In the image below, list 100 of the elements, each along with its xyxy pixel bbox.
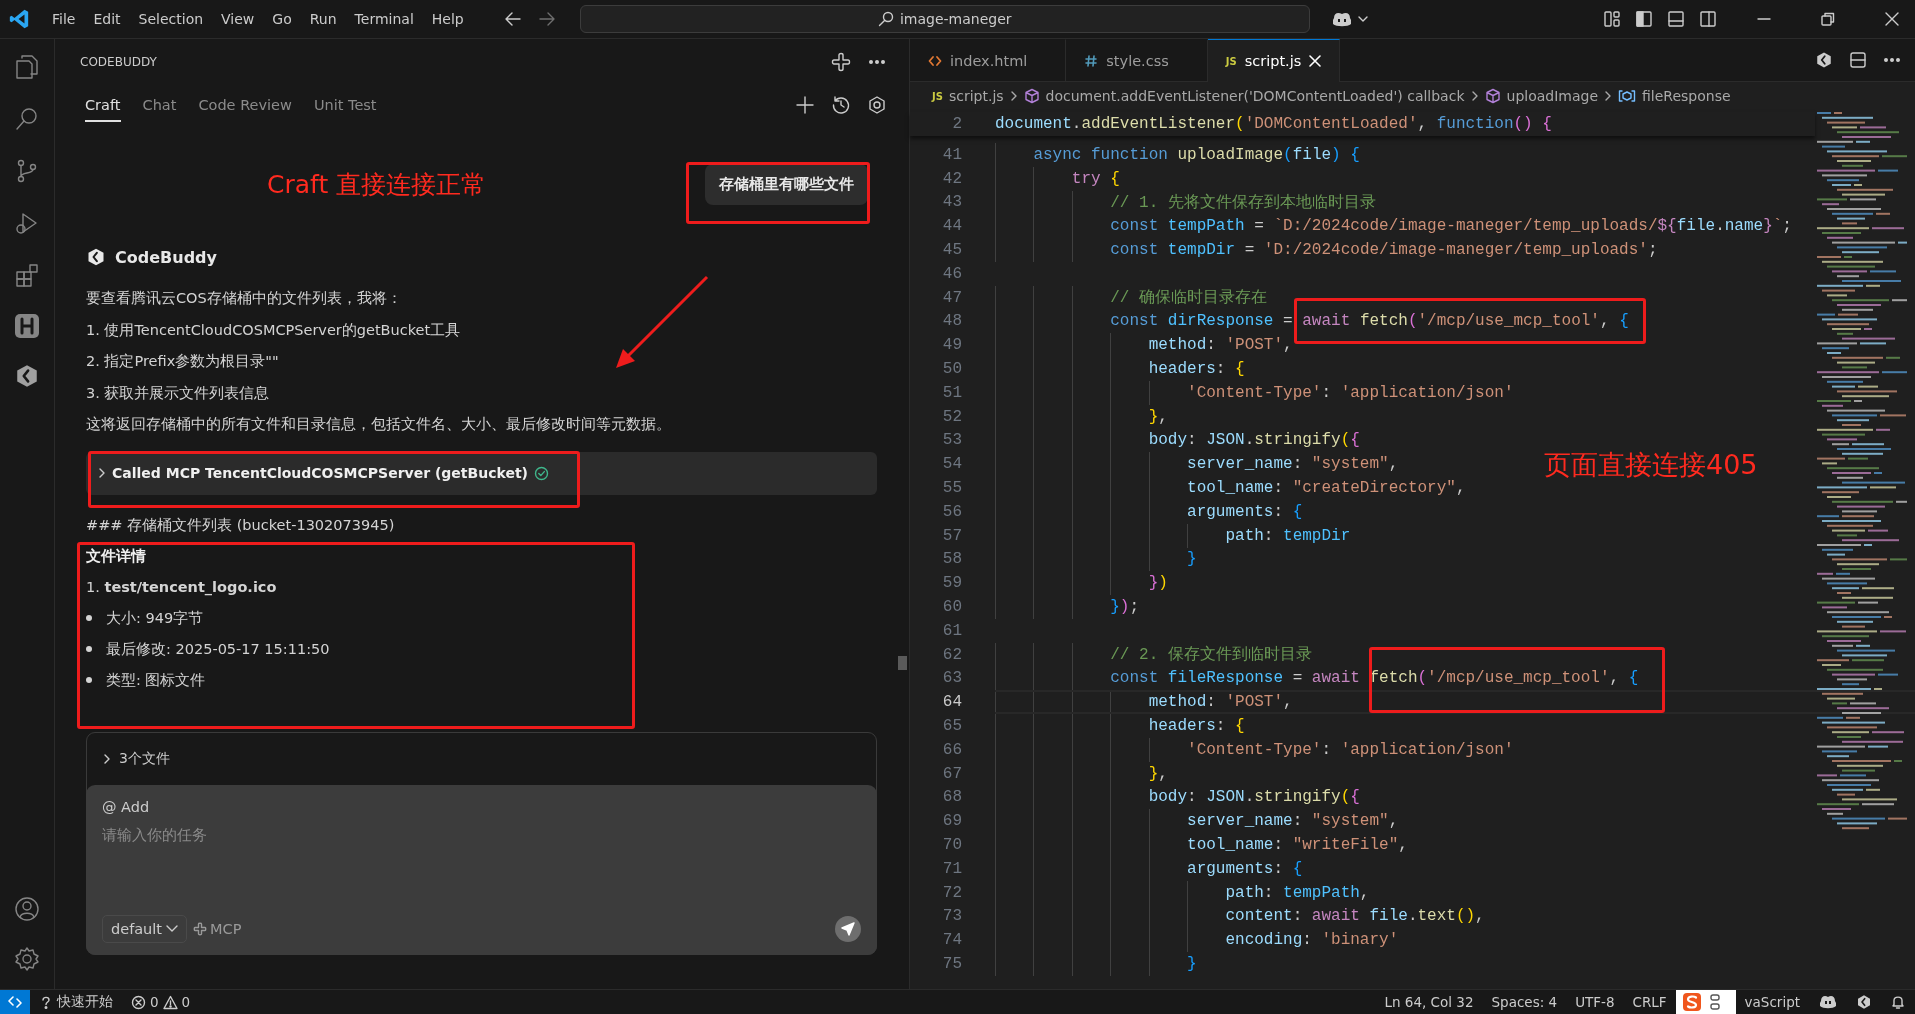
code-line: // 1. 先将文件保存到本地临时目录 — [1110, 192, 1376, 213]
code-line: const tempPath = `D:/2024code/image-maneger/temp_uploads/${file.name}`; — [1110, 217, 1792, 236]
bullet-icon — [86, 677, 92, 683]
line-number: 49 — [941, 336, 962, 355]
codebuddy-icon[interactable] — [1856, 994, 1872, 1010]
h-badge-icon[interactable] — [14, 313, 40, 339]
code-line: body: JSON.stringify({ — [1148, 431, 1360, 450]
status-item[interactable]: Ln 64, Col 32 — [1375, 994, 1483, 1010]
code-line: 'Content-Type': 'application/json' — [1187, 740, 1514, 759]
settings-icon[interactable] — [13, 945, 41, 973]
chevron-right-icon — [1470, 90, 1479, 102]
mode-dropdown[interactable]: default — [102, 914, 188, 943]
check-circle-icon — [534, 465, 549, 481]
quick-start-item[interactable]: 快速开始 — [30, 993, 122, 1011]
close-icon[interactable] — [1885, 12, 1899, 26]
detail-text: 最后修改: 2025-05-17 15:11:50 — [106, 639, 330, 659]
chevron-right-icon — [1604, 90, 1613, 102]
code-line: 'Content-Type': 'application/json' — [1187, 383, 1514, 402]
app-logo-icon[interactable] — [8, 8, 30, 30]
status-item[interactable]: UTF-8 — [1566, 994, 1624, 1010]
copilot-icon[interactable] — [1818, 993, 1838, 1011]
code-line: // 2. 保存文件到临时目录 — [1110, 644, 1312, 666]
mcp-button[interactable]: MCP — [193, 920, 242, 937]
code-line: path: tempPath, — [1225, 883, 1370, 902]
task-input[interactable]: 请输入你的任务 — [102, 826, 502, 843]
history-icon[interactable] — [831, 95, 851, 115]
menu-item[interactable]: Help — [423, 8, 472, 30]
ime-toolbar[interactable] — [1675, 990, 1736, 1014]
bullet-icon — [86, 615, 92, 621]
line-number: 53 — [941, 431, 962, 450]
codebuddy-icon[interactable] — [14, 363, 40, 389]
layout-customize-icon[interactable] — [1603, 10, 1621, 28]
status-item[interactable]: Spaces: 4 — [1482, 994, 1567, 1010]
restore-icon[interactable] — [1821, 12, 1835, 26]
message-text: 3. 获取并展示文件列表信息 — [86, 383, 271, 403]
editor-tab[interactable]: style.css — [1066, 39, 1208, 81]
menu-item[interactable]: Selection — [130, 8, 212, 30]
menu-item[interactable]: Go — [264, 8, 300, 30]
chevron-down-icon[interactable] — [1357, 15, 1368, 23]
bell-icon[interactable] — [1890, 994, 1906, 1010]
panel-title: CODEBUDDY — [80, 55, 157, 69]
editor-tab[interactable]: JS script.js — [1207, 39, 1341, 82]
breadcrumb-item[interactable]: document.addEventListener('DOMContentLoaded') callback — [1045, 88, 1465, 104]
files-summary[interactable]: 3个文件 — [119, 749, 170, 768]
codebuddy-icon[interactable] — [1815, 51, 1833, 69]
status-item[interactable]: CRLF — [1623, 994, 1676, 1010]
editor-tab[interactable]: index.html — [910, 39, 1067, 81]
line-number: 70 — [941, 836, 962, 854]
line-number: 52 — [941, 407, 962, 426]
tool-call-bar[interactable]: Called MCP TencentCloudCOSMCPServer (getBucket) — [86, 451, 877, 495]
explorer-icon[interactable] — [13, 53, 41, 81]
menu-item[interactable]: Terminal — [346, 8, 422, 30]
split-editor-icon[interactable] — [1849, 51, 1867, 69]
code-line: }, — [1148, 407, 1168, 426]
code-line: server_name: "system", — [1187, 812, 1399, 831]
menu-item[interactable]: View — [213, 8, 263, 30]
breadcrumb-item[interactable]: script.js — [948, 88, 1004, 104]
breadcrumb-item[interactable]: uploadImage — [1506, 88, 1599, 104]
details-title: 文件详情 — [86, 545, 147, 567]
code-line: tool_name: "createDirectory", — [1187, 479, 1466, 498]
bullet-icon — [86, 646, 92, 652]
language-item[interactable]: vaScript — [1735, 994, 1809, 1010]
message-text: 这将返回存储桶中的所有文件和目录信息，包括文件名、大小、最后修改时间等元数据。 — [86, 415, 672, 434]
problems-item[interactable]: 0 0 — [122, 994, 200, 1010]
remote-button[interactable] — [0, 990, 30, 1014]
cube-icon — [1484, 88, 1501, 104]
menu-item[interactable]: Edit — [85, 8, 129, 30]
line-number: 42 — [941, 169, 962, 188]
menu-item[interactable]: Run — [301, 8, 345, 30]
panel-tab[interactable]: Craft — [85, 88, 121, 122]
panel-tab[interactable]: Chat — [142, 88, 177, 122]
extensions-icon[interactable] — [13, 261, 41, 289]
send-button[interactable] — [835, 915, 861, 942]
plus-icon[interactable] — [795, 95, 815, 115]
chevron-down-icon — [166, 924, 179, 933]
file-entry: 1. test/tencent_logo.ico — [86, 577, 278, 598]
line-number: 2 — [951, 115, 962, 133]
settings-icon[interactable] — [867, 95, 887, 115]
account-icon[interactable] — [13, 895, 41, 923]
panel-toggle-icon[interactable] — [1667, 10, 1685, 28]
command-center-field[interactable]: image-maneger — [579, 5, 1310, 33]
line-number: 69 — [941, 812, 962, 831]
breadcrumb-item[interactable]: fileResponse — [1642, 88, 1731, 104]
back-arrow-icon[interactable] — [503, 11, 522, 27]
line-number: 66 — [941, 740, 962, 759]
scrollbar-thumb[interactable] — [898, 656, 907, 670]
message-text: 要查看腾讯云COS存储桶中的文件列表，我将： — [86, 289, 403, 308]
ime-mode-icon — [1709, 993, 1720, 1011]
code-line: headers: { — [1148, 360, 1245, 379]
add-context-link[interactable]: @ Add — [102, 798, 861, 815]
code-line: method: 'POST', — [1148, 693, 1293, 712]
warning-icon — [162, 994, 178, 1010]
forward-arrow-icon[interactable] — [537, 11, 556, 27]
chevron-right-icon — [103, 752, 111, 765]
menu-item[interactable]: File — [44, 8, 84, 30]
secondary-sidebar-icon[interactable] — [1699, 10, 1717, 28]
sidebar-toggle-icon[interactable] — [1635, 10, 1653, 28]
panel-tab[interactable]: Code Review — [198, 88, 292, 122]
panel-tab[interactable]: Unit Test — [313, 88, 377, 122]
code-line: try { — [1071, 169, 1120, 188]
